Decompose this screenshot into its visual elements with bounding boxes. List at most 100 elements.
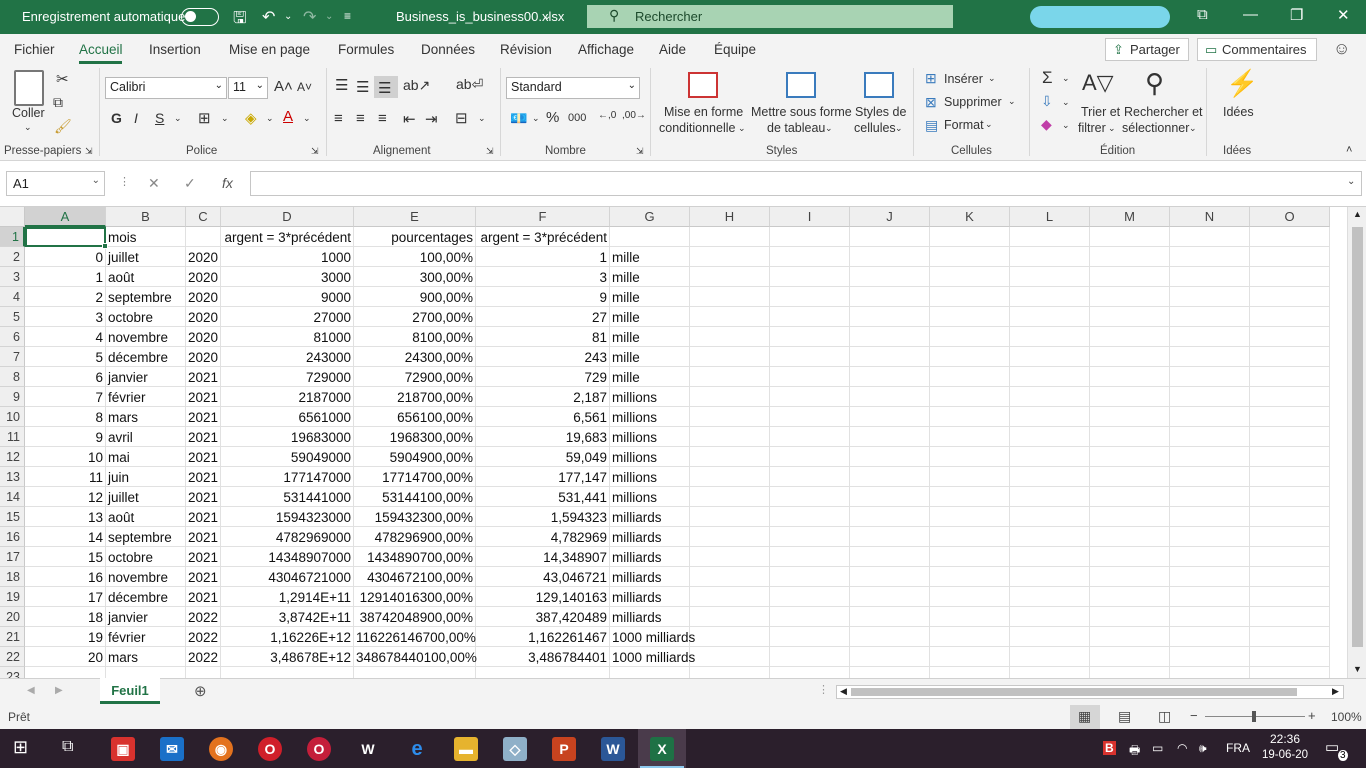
table-cell[interactable]: 81000 [221,327,354,347]
sheet-tab-feuil1[interactable]: Feuil1 [100,678,160,704]
table-cell[interactable]: 1000 milliards [610,647,695,667]
table-cell[interactable]: mille [610,367,690,387]
table-cell[interactable]: 43,046721 [476,567,610,587]
table-cell[interactable] [1170,307,1250,327]
table-cell[interactable] [1090,427,1170,447]
table-cell[interactable] [850,327,930,347]
conditional-format-line1[interactable]: Mise en forme [664,105,743,119]
redo-icon[interactable]: ↷ [303,7,316,27]
zoom-out-icon[interactable]: − [1190,708,1198,723]
table-cell[interactable] [770,487,850,507]
table-cell[interactable]: 2020 [186,287,221,307]
table-cell[interactable] [690,627,770,647]
table-cell[interactable] [1010,307,1090,327]
table-cell[interactable]: octobre [106,307,186,327]
table-cell[interactable] [690,527,770,547]
spreadsheet-grid[interactable]: A B C D E F G H I J K L M N O 1 mois argent = 3*précédent… [0,207,1366,678]
table-cell[interactable] [1010,227,1090,247]
table-cell[interactable]: 17714700,00% [354,467,476,487]
table-cell[interactable]: 387,420489 [476,607,610,627]
table-cell[interactable] [1010,387,1090,407]
table-cell[interactable] [1090,627,1170,647]
table-cell[interactable] [1170,547,1250,567]
zoom-level[interactable]: 100% [1331,710,1362,724]
table-cell[interactable] [850,587,930,607]
table-cell[interactable]: juillet [106,247,186,267]
table-cell[interactable] [25,667,106,678]
table-cell[interactable]: 0 [25,247,106,267]
table-cell[interactable]: décembre [106,587,186,607]
table-cell[interactable] [1170,287,1250,307]
page-layout-icon[interactable]: ▤ [1118,708,1131,725]
column-header-i[interactable]: I [770,207,850,227]
table-cell[interactable] [690,487,770,507]
row-header[interactable]: 21 [0,627,25,647]
table-cell[interactable] [1170,627,1250,647]
vertical-scrollbar[interactable]: ▲ ▼ [1347,207,1366,678]
table-cell[interactable] [770,327,850,347]
table-cell[interactable] [1250,427,1330,447]
row-header[interactable]: 19 [0,587,25,607]
scroll-left-icon[interactable]: ◀ [840,686,847,697]
table-cell[interactable]: 1,2914E+11 [221,587,354,607]
table-cell[interactable] [1010,267,1090,287]
table-cell[interactable] [770,447,850,467]
column-header-e[interactable]: E [354,207,476,227]
table-cell[interactable] [1090,227,1170,247]
row-header[interactable]: 22 [0,647,25,667]
table-cell[interactable] [1250,247,1330,267]
decrease-decimal-icon[interactable]: ,00→ [622,110,646,121]
table-cell[interactable] [850,367,930,387]
table-cell[interactable] [1090,247,1170,267]
table-cell[interactable] [770,507,850,527]
zoom-in-icon[interactable]: + [1308,708,1316,723]
table-cell[interactable] [850,567,930,587]
table-cell[interactable] [770,527,850,547]
table-cell[interactable]: janvier [106,367,186,387]
table-cell[interactable] [930,647,1010,667]
table-cell[interactable]: 2187000 [221,387,354,407]
font-launcher-icon[interactable]: ⇲ [311,146,319,157]
increase-indent-icon[interactable]: ⇥ [425,110,438,128]
table-cell[interactable]: 218700,00% [354,387,476,407]
row-header[interactable]: 17 [0,547,25,567]
table-cell[interactable] [1090,667,1170,678]
smiley-feedback-icon[interactable]: ☺ [1333,39,1350,59]
bold-button[interactable]: G [111,110,122,126]
table-cell[interactable]: milliards [610,507,690,527]
table-cell[interactable] [930,587,1010,607]
table-cell[interactable] [930,667,1010,678]
table-cell[interactable] [1010,567,1090,587]
table-cell[interactable] [930,567,1010,587]
table-cell[interactable] [850,607,930,627]
ideas-icon[interactable]: ⚡ [1226,68,1258,99]
table-cell[interactable] [850,647,930,667]
table-cell[interactable]: 24300,00% [354,347,476,367]
table-cell[interactable] [1170,347,1250,367]
align-left-icon[interactable]: ≡ [334,110,343,127]
table-cell[interactable]: 14348907000 [221,547,354,567]
table-cell[interactable] [1010,247,1090,267]
edge-icon[interactable]: e [405,737,429,761]
table-cell[interactable] [930,447,1010,467]
table-cell[interactable] [850,227,930,247]
table-cell[interactable]: 19 [25,627,106,647]
table-cell[interactable] [770,607,850,627]
table-cell[interactable]: 4304672100,00% [354,567,476,587]
format-as-table-line2[interactable]: de tableau [767,121,825,135]
table-cell[interactable] [930,487,1010,507]
battery-icon[interactable]: ▭ [1152,741,1163,755]
conditional-format-line2[interactable]: conditionnelle [659,121,735,135]
row-header[interactable]: 4 [0,287,25,307]
table-cell[interactable]: décembre [106,347,186,367]
autosum-dropdown-icon[interactable]: ⌄ [1062,73,1070,84]
table-cell[interactable] [1250,267,1330,287]
fill-handle[interactable] [102,243,108,249]
table-cell[interactable] [690,367,770,387]
table-cell[interactable] [850,667,930,678]
row-header[interactable]: 6 [0,327,25,347]
grow-font-icon[interactable]: A˄ [274,78,293,95]
table-cell[interactable] [1250,447,1330,467]
table-cell[interactable]: 2021 [186,527,221,547]
font-color-icon[interactable]: A [283,108,293,125]
